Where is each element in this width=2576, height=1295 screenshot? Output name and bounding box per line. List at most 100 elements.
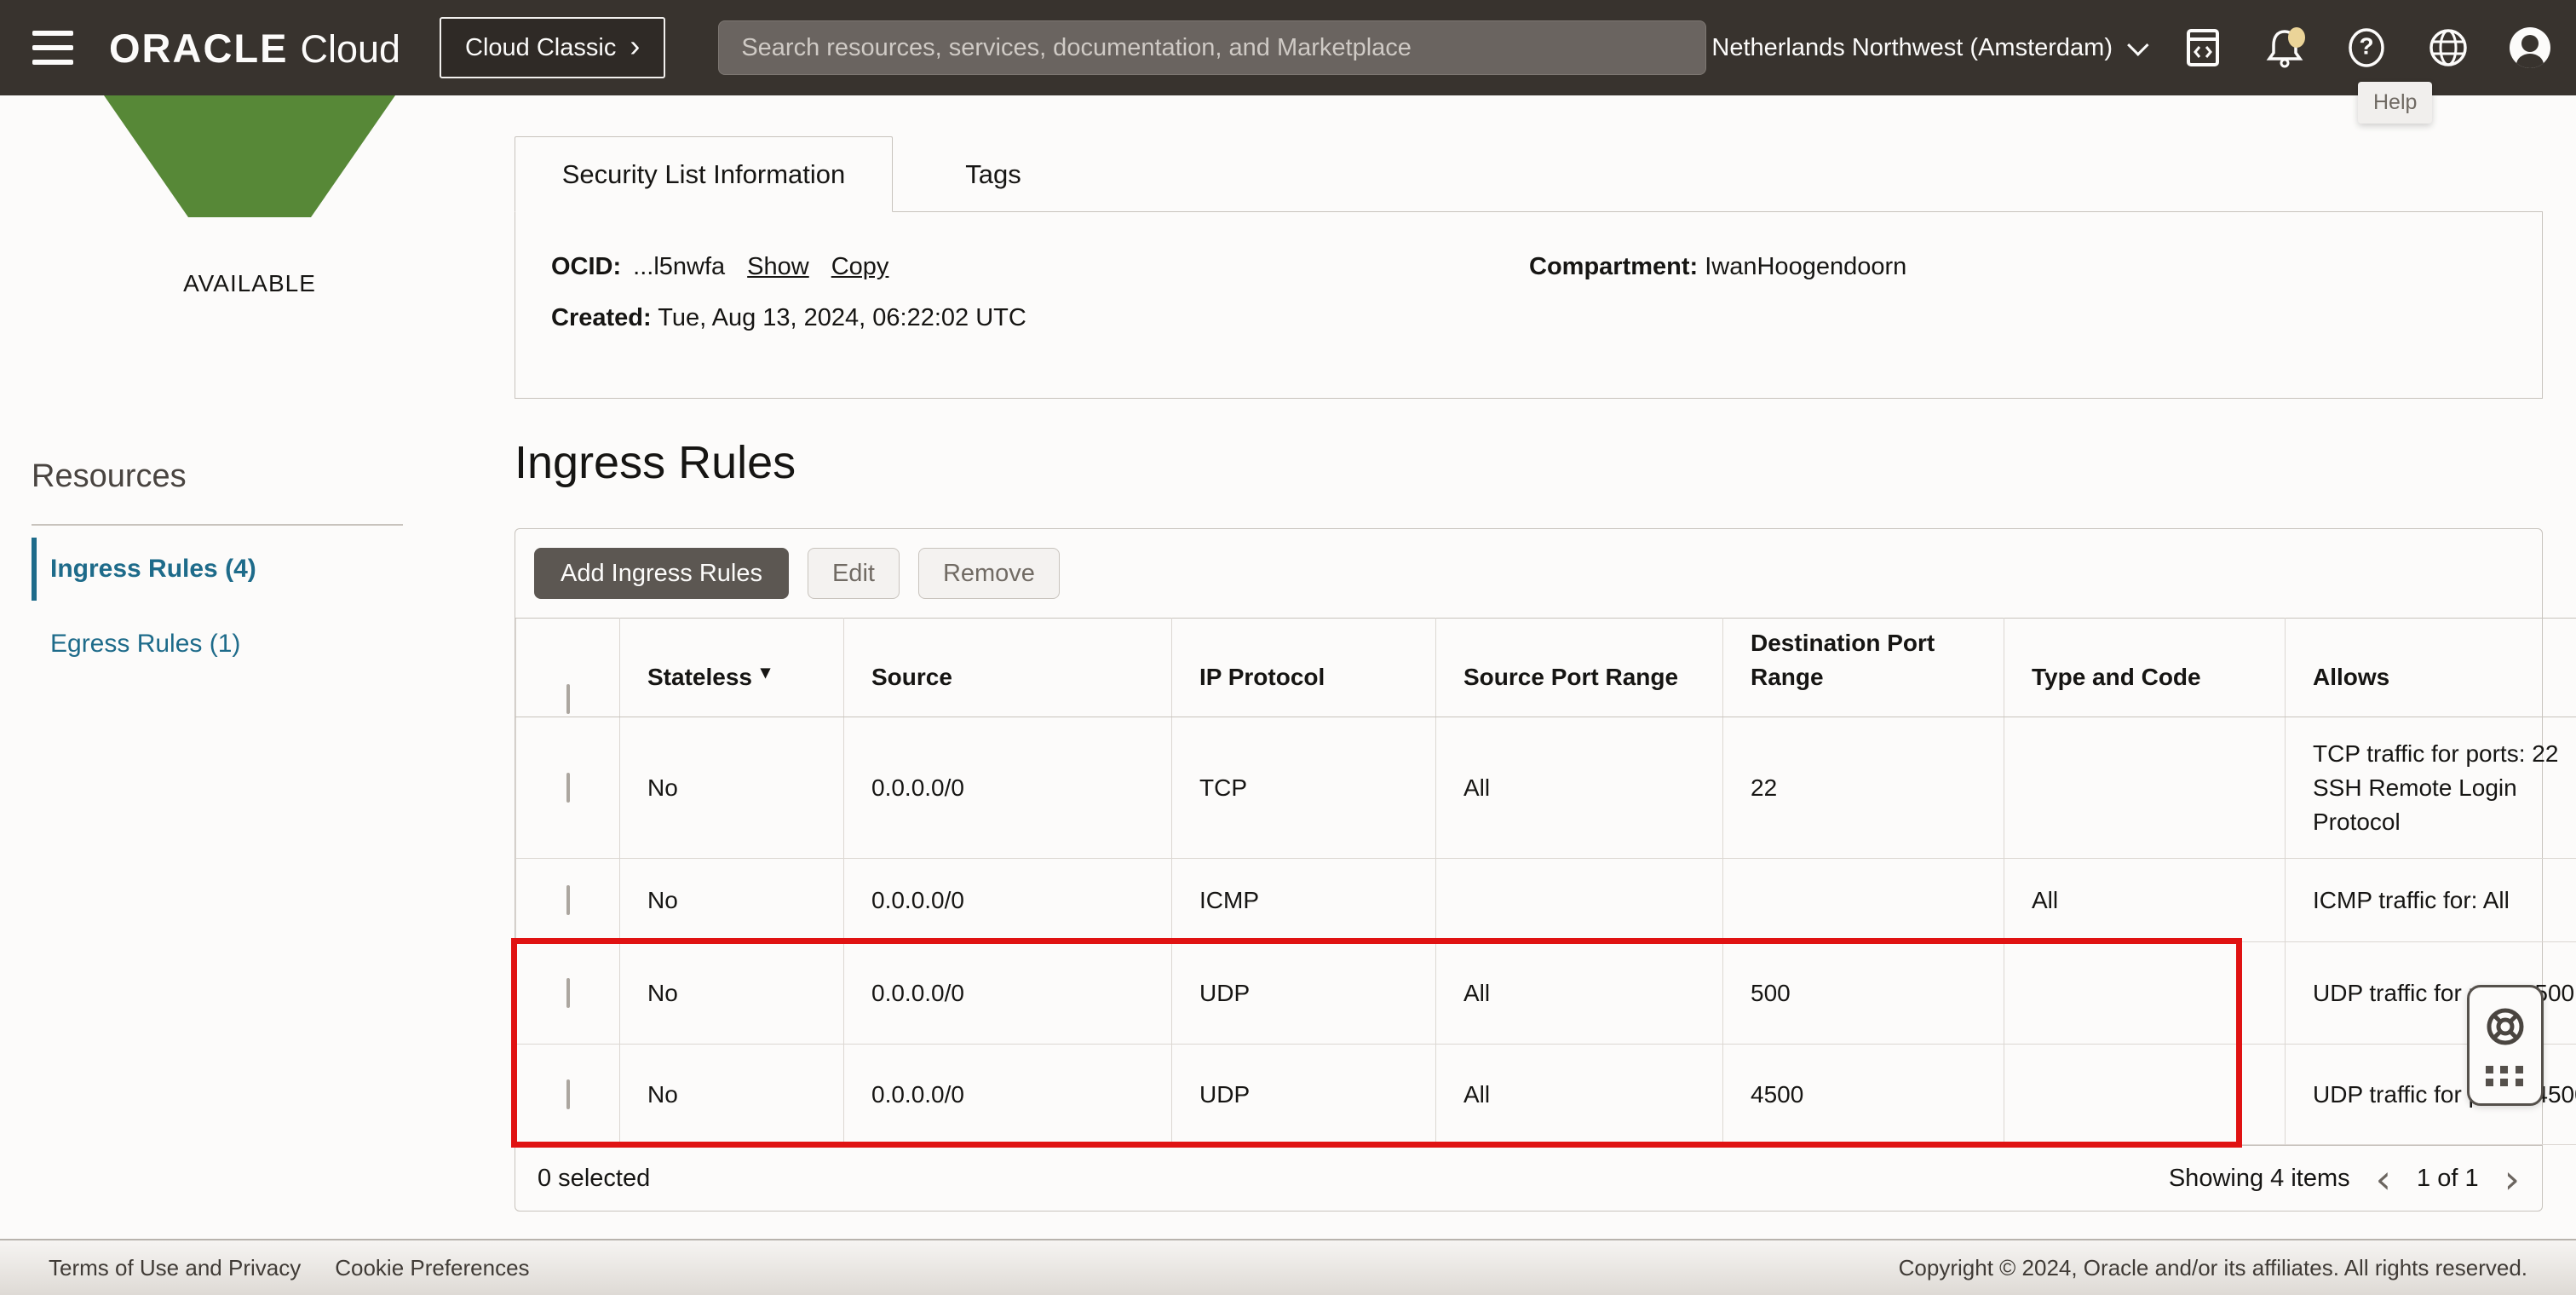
ocid-show-link[interactable]: Show xyxy=(747,253,809,281)
cloud-classic-button[interactable]: Cloud Classic › xyxy=(440,17,665,78)
showing-items-text: Showing 4 items xyxy=(2169,1165,2350,1193)
sidebar-item-ingress-rules[interactable]: Ingress Rules (4) xyxy=(32,538,406,601)
header-checkbox-cell xyxy=(516,619,620,717)
status-hexagon-icon xyxy=(104,95,395,223)
select-all-checkbox[interactable] xyxy=(566,684,570,714)
row-checkbox[interactable] xyxy=(566,885,570,915)
cell-ip-protocol: UDP xyxy=(1172,942,1436,1045)
help-tooltip: Help xyxy=(2358,82,2432,124)
cell-source-port-range: All xyxy=(1436,717,1723,859)
oracle-cloud-console: ORACLE Cloud Cloud Classic › Netherlands… xyxy=(0,0,2576,1295)
table-footer: 0 selected Showing 4 items ‹ 1 of 1 › xyxy=(515,1145,2542,1212)
topbar: ORACLE Cloud Cloud Classic › Netherlands… xyxy=(0,0,2576,95)
cookie-preferences-link[interactable]: Cookie Preferences xyxy=(335,1255,529,1281)
cell-allows: TCP traffic for ports: 22 SSH Remote Log… xyxy=(2286,717,2576,859)
logo-cloud-text: Cloud xyxy=(300,27,400,72)
cell-stateless: No xyxy=(620,1045,844,1145)
terms-link[interactable]: Terms of Use and Privacy xyxy=(49,1255,301,1281)
cell-stateless: No xyxy=(620,717,844,859)
menu-bar xyxy=(32,60,73,65)
support-lifering-icon[interactable] xyxy=(2483,1004,2527,1049)
tab-tags[interactable]: Tags xyxy=(893,136,1094,212)
notifications-bell-icon[interactable] xyxy=(2263,26,2307,70)
sidebar-item-label: Egress Rules (1) xyxy=(50,630,240,659)
cell-type-and-code xyxy=(2004,717,2286,859)
cell-stateless: No xyxy=(620,859,844,942)
table-header-row: Stateless ▾ Source IP Protocol Source Po… xyxy=(516,619,2576,717)
page-indicator: 1 of 1 xyxy=(2417,1165,2479,1193)
compartment-row: Compartment: IwanHoogendoorn xyxy=(1529,253,1906,281)
user-avatar[interactable] xyxy=(2508,26,2552,70)
dev-console-icon[interactable] xyxy=(2181,26,2225,70)
cell-source: 0.0.0.0/0 xyxy=(844,859,1172,942)
edit-button[interactable]: Edit xyxy=(808,548,900,599)
row-checkbox[interactable] xyxy=(566,773,570,803)
sidebar-item-label: Ingress Rules (4) xyxy=(50,555,256,584)
menu-icon[interactable] xyxy=(32,31,73,65)
notification-dot xyxy=(2288,27,2305,48)
table-row: No 0.0.0.0/0 UDP All 500 UDP traffic for… xyxy=(516,942,2576,1045)
column-header-ip-protocol: IP Protocol xyxy=(1172,619,1436,717)
cell-destination-port-range: 22 xyxy=(1723,717,2004,859)
region-label: Netherlands Northwest (Amsterdam) xyxy=(1711,34,2113,62)
add-ingress-rules-button[interactable]: Add Ingress Rules xyxy=(534,548,789,599)
ingress-rules-table: Stateless ▾ Source IP Protocol Source Po… xyxy=(515,618,2576,1145)
divider xyxy=(32,524,403,526)
cell-ip-protocol: TCP xyxy=(1172,717,1436,859)
column-header-allows: Allows xyxy=(2286,619,2576,717)
language-globe-icon[interactable] xyxy=(2426,26,2470,70)
pagination-next-icon[interactable]: › xyxy=(2504,1160,2520,1199)
created-label: Created: xyxy=(551,304,652,331)
tab-security-list-information[interactable]: Security List Information xyxy=(515,136,893,212)
column-header-stateless[interactable]: Stateless ▾ xyxy=(620,619,844,717)
column-label: Stateless xyxy=(647,660,752,694)
status-badge: AVAILABLE xyxy=(104,270,395,297)
ocid-label: OCID: xyxy=(551,253,621,281)
cell-type-and-code xyxy=(2004,1045,2286,1145)
region-selector[interactable]: Netherlands Northwest (Amsterdam) xyxy=(1711,34,2143,62)
cell-stateless: No xyxy=(620,942,844,1045)
cell-ip-protocol: ICMP xyxy=(1172,859,1436,942)
search-input[interactable] xyxy=(718,20,1706,75)
cell-source-port-range xyxy=(1436,859,1723,942)
help-icon[interactable]: ? xyxy=(2344,26,2389,70)
globe-icon xyxy=(2427,26,2470,69)
tab-label: Tags xyxy=(965,159,1021,190)
sidebar-item-egress-rules[interactable]: Egress Rules (1) xyxy=(32,613,406,676)
apps-grid-icon[interactable] xyxy=(2486,1066,2525,1086)
question-mark-glyph: ? xyxy=(2359,33,2373,60)
ocid-value: ...l5nwfa xyxy=(633,253,725,281)
cell-destination-port-range: 500 xyxy=(1723,942,2004,1045)
table-row: No 0.0.0.0/0 UDP All 4500 UDP traffic fo… xyxy=(516,1045,2576,1145)
grid-dots-icon xyxy=(2486,1066,2525,1086)
chevron-down-icon xyxy=(2127,34,2148,55)
column-header-source-port-range: Source Port Range xyxy=(1436,619,1723,717)
column-header-destination-port-range: Destination Port Range xyxy=(1723,619,2004,717)
cell-source-port-range: All xyxy=(1436,1045,1723,1145)
chevron-right-icon: › xyxy=(630,31,640,61)
cloud-classic-label: Cloud Classic xyxy=(465,34,616,62)
pagination-prev-icon[interactable]: ‹ xyxy=(2376,1160,2391,1199)
created-row: Created: Tue, Aug 13, 2024, 06:22:02 UTC xyxy=(551,304,1026,332)
compartment-label: Compartment: xyxy=(1529,253,1698,280)
selected-count: 0 selected xyxy=(538,1165,650,1193)
remove-button[interactable]: Remove xyxy=(918,548,1060,599)
lifering-icon xyxy=(2483,1004,2527,1049)
cell-source: 0.0.0.0/0 xyxy=(844,942,1172,1045)
compartment-value: IwanHoogendoorn xyxy=(1705,253,1906,280)
ocid-copy-link[interactable]: Copy xyxy=(831,253,889,281)
cell-source: 0.0.0.0/0 xyxy=(844,717,1172,859)
table-toolbar: Add Ingress Rules Edit Remove xyxy=(515,529,2542,618)
row-checkbox[interactable] xyxy=(566,1079,570,1109)
column-header-source: Source xyxy=(844,619,1172,717)
cell-destination-port-range xyxy=(1723,859,2004,942)
cell-source-port-range: All xyxy=(1436,942,1723,1045)
security-list-information-panel: OCID: ...l5nwfa Show Copy Compartment: I… xyxy=(515,211,2543,399)
search-container xyxy=(718,20,1706,75)
detail-tabs: Security List Information Tags xyxy=(515,136,1094,212)
row-checkbox[interactable] xyxy=(566,978,570,1008)
created-value: Tue, Aug 13, 2024, 06:22:02 UTC xyxy=(658,304,1026,331)
sort-down-icon[interactable]: ▾ xyxy=(761,655,770,689)
column-header-type-and-code: Type and Code xyxy=(2004,619,2286,717)
cell-type-and-code: All xyxy=(2004,859,2286,942)
